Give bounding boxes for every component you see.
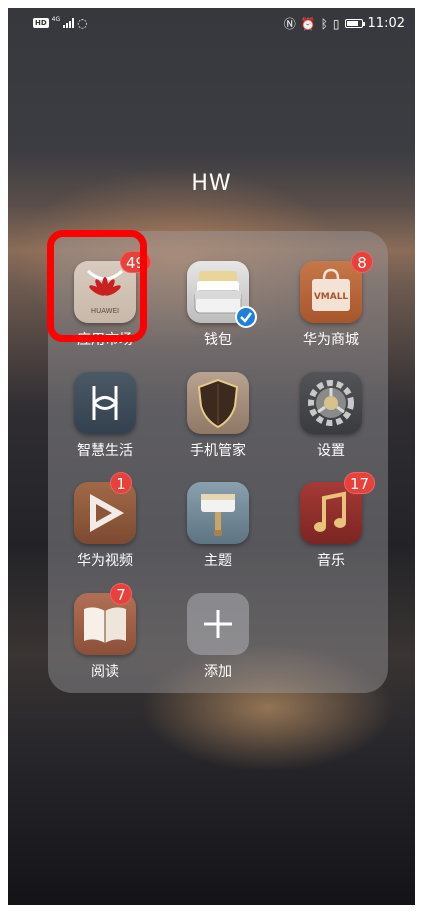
app-label: 音乐 bbox=[317, 553, 345, 569]
home-screen: HD 4G ◌ Ⓝ ⏰ ᛒ ▯ 11:02 HW HUAWEI 49 应用市场 … bbox=[8, 8, 415, 905]
vmall-bag-icon: VMALL bbox=[300, 261, 362, 323]
app-vmall[interactable]: VMALL 8 华为商城 bbox=[286, 251, 376, 371]
battery-icon bbox=[344, 19, 365, 28]
plus-icon bbox=[187, 593, 249, 655]
clock: 11:02 bbox=[367, 16, 405, 31]
app-music[interactable]: 17 音乐 bbox=[286, 472, 376, 592]
app-huawei-video[interactable]: 1 华为视频 bbox=[60, 472, 150, 592]
notification-badge: 8 bbox=[351, 251, 373, 273]
smart-life-icon bbox=[74, 372, 136, 434]
bluetooth-icon: ᛒ bbox=[320, 16, 328, 31]
nfc-icon: Ⓝ bbox=[283, 16, 296, 31]
notification-badge: 1 bbox=[110, 472, 132, 494]
alarm-icon: ⏰ bbox=[300, 16, 316, 31]
app-label: 智慧生活 bbox=[77, 443, 133, 459]
app-label: 阅读 bbox=[91, 664, 119, 680]
status-right: Ⓝ ⏰ ᛒ ▯ 11:02 bbox=[284, 16, 405, 31]
app-label: 添加 bbox=[204, 664, 232, 680]
app-settings[interactable]: 设置 bbox=[286, 372, 376, 482]
notification-badge: 17 bbox=[344, 472, 376, 494]
app-label: 手机管家 bbox=[190, 443, 246, 459]
app-label: 设置 bbox=[317, 443, 345, 459]
status-bar: HD 4G ◌ Ⓝ ⏰ ᛒ ▯ 11:02 bbox=[8, 8, 415, 38]
add-app-button[interactable]: 添加 bbox=[173, 593, 263, 703]
vmall-icon-text: VMALL bbox=[314, 292, 349, 302]
vibrate-icon: ▯ bbox=[332, 16, 340, 31]
highlight-box bbox=[47, 230, 147, 342]
app-label: 钱包 bbox=[204, 332, 232, 348]
app-smart-life[interactable]: 智慧生活 bbox=[60, 372, 150, 482]
app-label: 华为视频 bbox=[77, 553, 133, 569]
paintbrush-icon bbox=[187, 482, 249, 544]
network-type: 4G bbox=[51, 16, 61, 23]
verified-check-icon bbox=[235, 306, 257, 328]
gear-icon bbox=[300, 372, 362, 434]
app-wallet[interactable]: 钱包 bbox=[173, 261, 263, 371]
shield-icon bbox=[187, 372, 249, 434]
signal-icon bbox=[63, 18, 75, 28]
app-reading[interactable]: 7 阅读 bbox=[60, 583, 150, 703]
notification-badge: 7 bbox=[110, 583, 132, 605]
hotspot-icon: ◌ bbox=[77, 16, 88, 30]
status-left: HD 4G ◌ bbox=[33, 17, 88, 29]
app-themes[interactable]: 主题 bbox=[173, 482, 263, 592]
app-label: 主题 bbox=[204, 553, 232, 569]
folder-title[interactable]: HW bbox=[8, 171, 415, 196]
hd-badge: HD bbox=[33, 18, 49, 28]
app-label: 华为商城 bbox=[303, 332, 359, 348]
app-phone-manager[interactable]: 手机管家 bbox=[173, 372, 263, 482]
